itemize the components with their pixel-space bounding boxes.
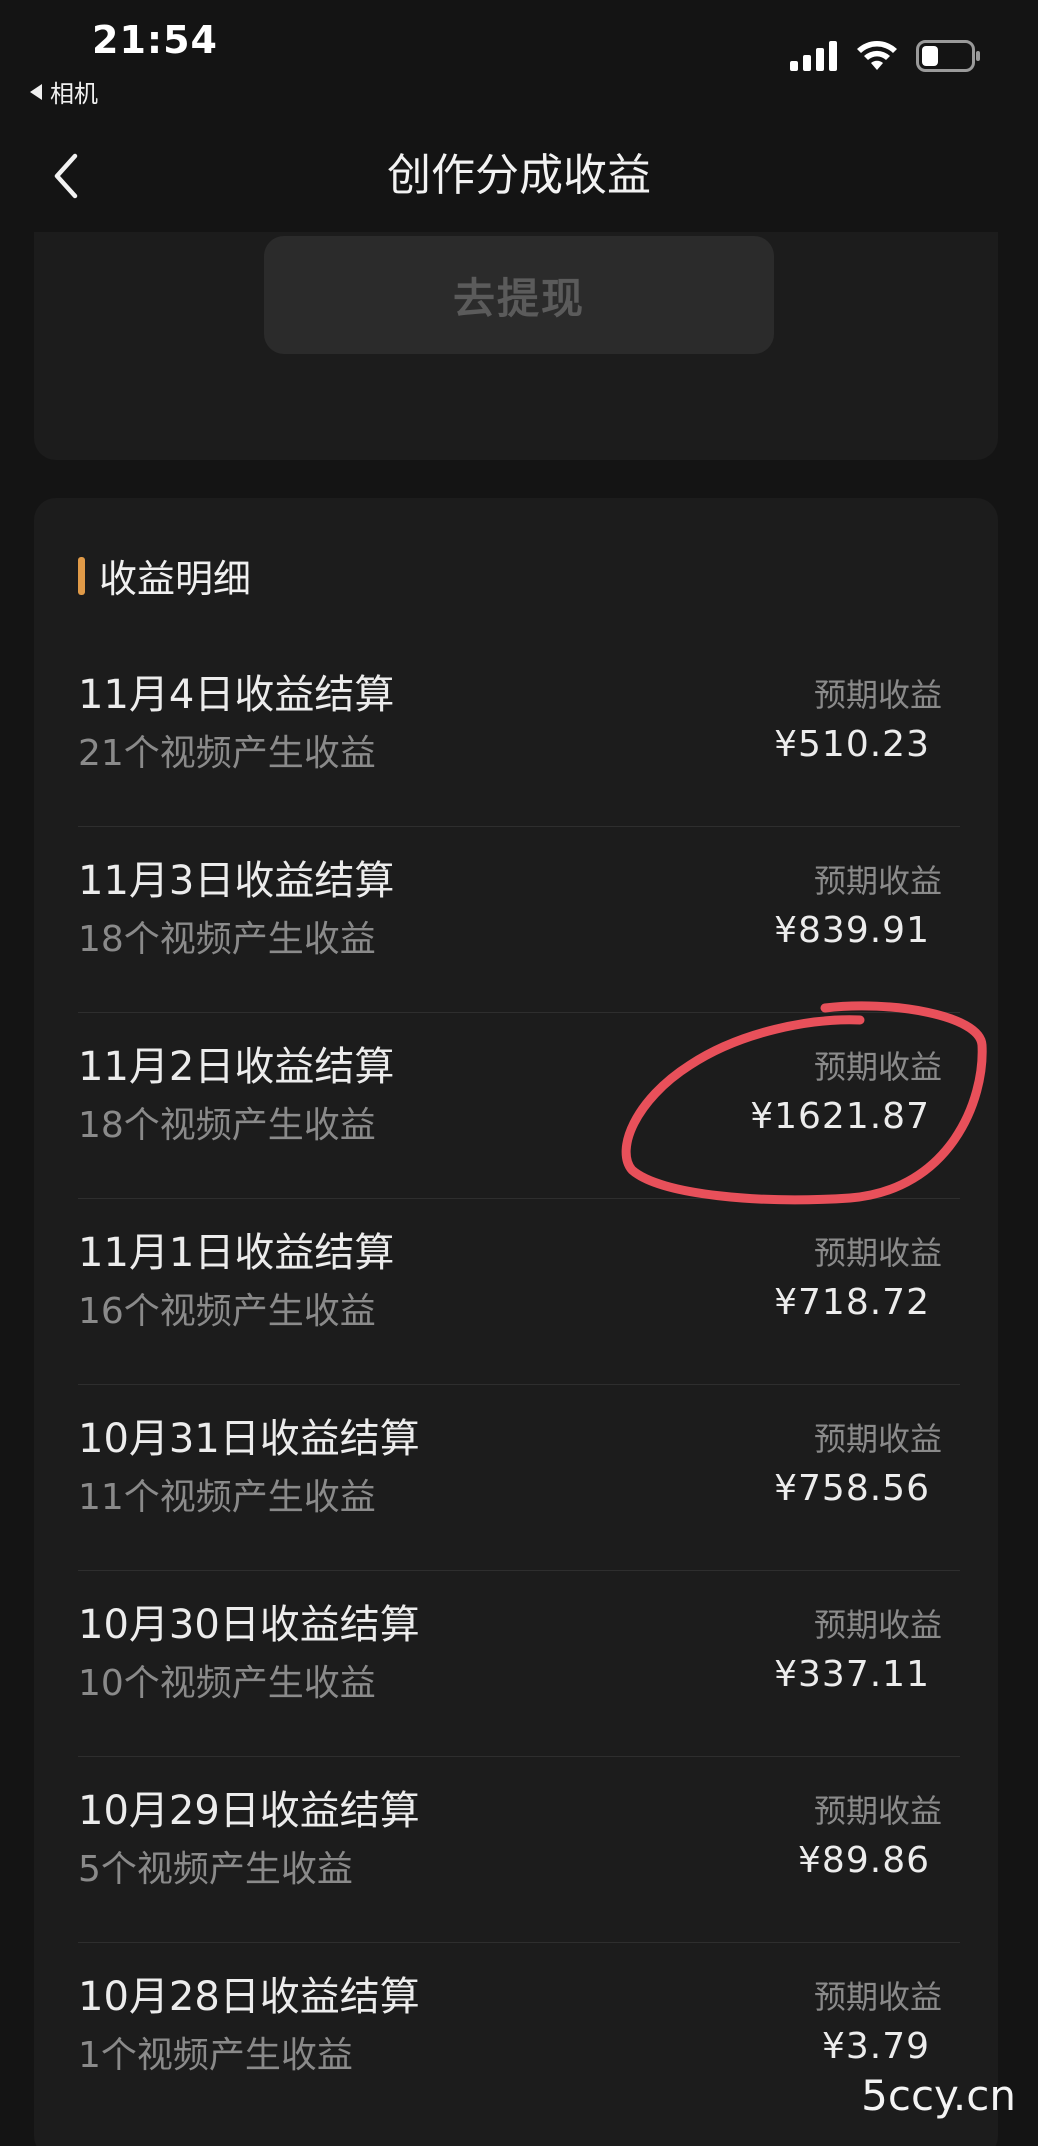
row-expected-label: 预期收益: [813, 862, 942, 900]
earnings-row[interactable]: 10月31日收益结算 11个视频产生收益 预期收益 ¥758.56: [78, 1384, 960, 1571]
earnings-row[interactable]: 11月4日收益结算 21个视频产生收益 预期收益 ¥510.23: [78, 640, 960, 827]
wifi-icon: [857, 41, 897, 70]
section-title-label: 收益明细: [99, 557, 252, 601]
row-title: 11月3日收益结算: [78, 858, 395, 904]
row-title: 10月29日收益结算: [78, 1788, 420, 1834]
signal-icon: [790, 41, 837, 71]
earnings-row[interactable]: 11月1日收益结算 16个视频产生收益 预期收益 ¥718.72: [78, 1198, 960, 1385]
row-subtitle: 18个视频产生收益: [78, 1105, 376, 1146]
row-subtitle: 10个视频产生收益: [78, 1663, 376, 1704]
row-amount: ¥718.72: [774, 1282, 930, 1323]
row-amount: ¥337.11: [774, 1654, 930, 1695]
row-subtitle: 5个视频产生收益: [78, 1849, 353, 1890]
earnings-row[interactable]: 11月3日收益结算 18个视频产生收益 预期收益 ¥839.91: [78, 826, 960, 1013]
row-expected-label: 预期收益: [813, 1606, 942, 1644]
row-subtitle: 11个视频产生收益: [78, 1477, 376, 1518]
row-amount: ¥89.86: [798, 1840, 930, 1881]
status-back-label: 相机: [50, 80, 98, 108]
row-subtitle: 21个视频产生收益: [78, 733, 376, 774]
earnings-row[interactable]: 10月30日收益结算 10个视频产生收益 预期收益 ¥337.11: [78, 1570, 960, 1757]
row-title: 10月30日收益结算: [78, 1602, 420, 1648]
row-amount: ¥839.91: [774, 910, 930, 951]
battery-icon: [916, 40, 980, 72]
section-accent-bar: [78, 556, 85, 595]
page: 21:54 相机 创作分成收益 去提现 收益明细 11月4日收益结算 21个视频…: [0, 0, 1038, 2146]
row-amount: ¥3.79: [821, 2026, 930, 2067]
row-amount: ¥1621.87: [750, 1096, 930, 1137]
row-subtitle: 16个视频产生收益: [78, 1291, 376, 1332]
row-title: 10月31日收益结算: [78, 1416, 420, 1462]
row-expected-label: 预期收益: [813, 1792, 942, 1830]
row-expected-label: 预期收益: [813, 1234, 942, 1272]
status-icons: [790, 40, 982, 72]
row-expected-label: 预期收益: [813, 1420, 942, 1458]
status-back-to-app[interactable]: 相机: [30, 74, 98, 109]
row-expected-label: 预期收益: [813, 1978, 942, 2016]
row-title: 11月2日收益结算: [78, 1044, 395, 1090]
row-amount: ¥758.56: [774, 1468, 930, 1509]
withdraw-button[interactable]: 去提现: [264, 236, 774, 354]
earnings-row[interactable]: 10月28日收益结算 1个视频产生收益 预期收益 ¥3.79: [78, 1942, 960, 2128]
row-expected-label: 预期收益: [813, 1048, 942, 1086]
watermark: 5ccy.cn: [861, 2071, 1016, 2120]
row-amount: ¥510.23: [774, 724, 930, 765]
row-title: 11月1日收益结算: [78, 1230, 395, 1276]
row-title: 10月28日收益结算: [78, 1974, 420, 2020]
status-time: 21:54: [92, 18, 218, 62]
row-subtitle: 1个视频产生收益: [78, 2035, 353, 2076]
row-subtitle: 18个视频产生收益: [78, 919, 376, 960]
row-title: 11月4日收益结算: [78, 672, 395, 718]
page-title: 创作分成收益: [387, 150, 651, 201]
row-expected-label: 预期收益: [813, 676, 942, 714]
back-triangle-icon: [30, 83, 42, 100]
earnings-row[interactable]: 11月2日收益结算 18个视频产生收益 预期收益 ¥1621.87: [78, 1012, 960, 1199]
section-title: 收益明细: [78, 548, 251, 603]
earnings-row[interactable]: 10月29日收益结算 5个视频产生收益 预期收益 ¥89.86: [78, 1756, 960, 1943]
